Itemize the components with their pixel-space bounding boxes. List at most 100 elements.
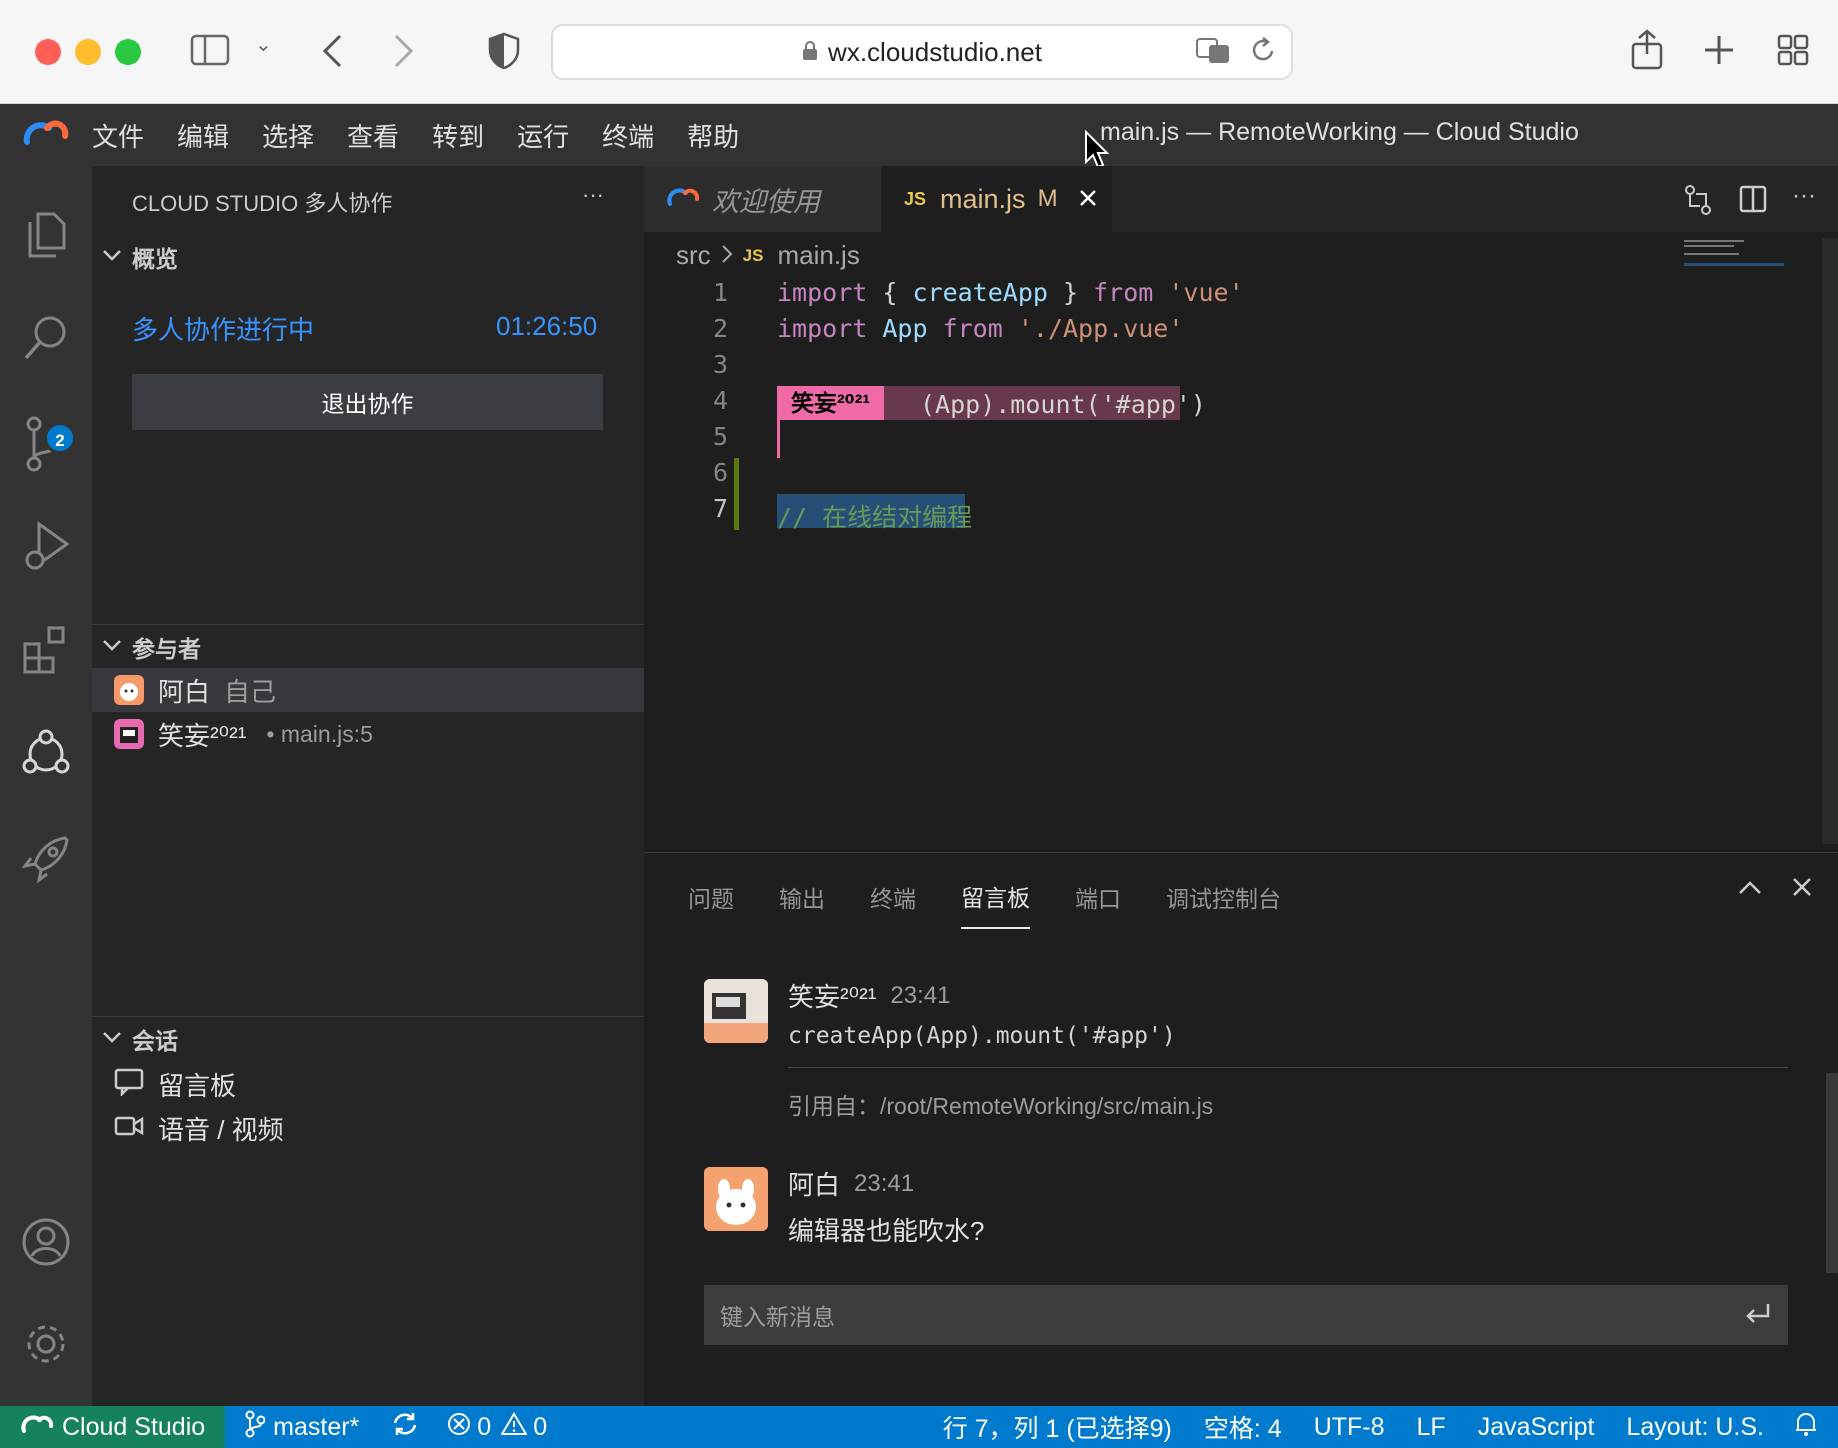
menu-help[interactable]: 帮助 [687,117,739,154]
settings-gear-icon[interactable] [0,1318,92,1386]
message-text: 编辑器也能吹水? [788,1216,985,1246]
reload-icon[interactable] [1251,36,1277,73]
chevron-down-icon [102,1030,122,1049]
close-icon[interactable] [1078,184,1098,215]
chevron-right-icon [721,240,733,271]
tab-welcome[interactable]: 欢迎使用 [644,166,882,232]
end-of-line[interactable]: LF [1417,1413,1446,1442]
new-tab-icon[interactable] [1703,34,1735,71]
session-item-label: 留言板 [158,1070,237,1101]
participant-row[interactable]: 阿白 自己 [92,668,644,712]
run-debug-icon[interactable] [0,520,92,592]
notifications-bell-icon[interactable] [1794,1411,1818,1444]
indentation[interactable]: 空格: 4 [1204,1409,1282,1445]
cloud-studio-logo-icon [666,184,700,215]
account-icon[interactable] [0,1216,92,1284]
session-item-message-board[interactable]: 留言板 [114,1062,236,1106]
line-number: 7 [712,494,728,523]
message-time: 23:41 [890,981,951,1009]
split-editor-icon[interactable] [1738,184,1768,219]
menu-run[interactable]: 运行 [517,117,569,154]
section-divider [92,1016,644,1017]
participants-header: 参与者 [132,636,201,662]
tab-debug-console[interactable]: 调试控制台 [1166,880,1281,928]
browser-toolbar: ⌄ wx.cloudstudio.net [0,0,1838,104]
participants-section-header[interactable]: 参与者 [102,630,201,664]
chevron-down-icon [102,248,122,267]
enter-icon[interactable] [1744,1302,1772,1329]
cloud-studio-logo-icon [0,118,92,153]
tab-output[interactable]: 输出 [779,880,825,928]
menu-bar: 文件 编辑 选择 查看 转到 运行 终端 帮助 main.js — Remote… [0,104,1838,169]
tab-terminal[interactable]: 终端 [870,880,916,928]
tab-ports[interactable]: 端口 [1075,880,1121,928]
language-mode[interactable]: JavaScript [1478,1413,1595,1442]
menu-file[interactable]: 文件 [92,117,144,154]
compare-changes-icon[interactable] [1682,184,1714,221]
window-maximize-button[interactable] [115,39,141,65]
close-icon[interactable] [1792,877,1812,902]
back-icon[interactable] [320,32,344,75]
code-editor[interactable]: src JS main.js 1 2 3 4 5 6 7 import { cr… [644,232,1838,852]
extensions-icon[interactable] [0,624,92,692]
tab-label: 欢迎使用 [712,186,820,217]
more-actions-icon[interactable]: ··· [1792,182,1816,210]
encoding[interactable]: UTF-8 [1314,1413,1385,1442]
forward-icon[interactable] [392,32,416,75]
sidebar-toggle-icon[interactable] [190,34,230,71]
tab-overview-icon[interactable] [1777,34,1809,71]
breadcrumb-folder[interactable]: src [676,240,711,271]
breadcrumb: src JS main.js [676,240,860,271]
window-close-button[interactable] [35,39,61,65]
code-line: import App from './App.vue' [777,314,1184,343]
collab-status: 多人协作进行中 [132,315,315,345]
js-file-icon: JS [904,188,927,209]
more-actions-icon[interactable]: ··· [582,182,604,208]
session-item-voice-video[interactable]: 语音 / 视频 [114,1106,284,1150]
line-number: 2 [712,314,728,343]
message-quote[interactable]: 引用自：/root/RemoteWorking/src/main.js [788,1087,1213,1121]
menu-selection[interactable]: 选择 [262,117,314,154]
sync-icon[interactable] [391,1411,419,1444]
search-icon[interactable] [0,312,92,378]
branch-indicator[interactable]: master* [245,1410,359,1445]
main-menu: 文件 编辑 选择 查看 转到 运行 终端 帮助 [92,117,772,154]
tab-main-js[interactable]: JS main.js M [882,166,1112,232]
source-control-icon[interactable] [0,416,92,488]
keyboard-layout[interactable]: Layout: U.S. [1626,1413,1764,1442]
message-divider [788,1067,1788,1068]
share-icon[interactable] [1630,28,1664,75]
shield-icon[interactable] [488,32,520,75]
maximize-panel-icon[interactable] [1738,879,1762,900]
participant-row[interactable]: 笑妄²⁰²¹ • main.js:5 [92,712,644,756]
message-header: 阿白 23:41 [788,1165,914,1202]
menu-edit[interactable]: 编辑 [177,117,229,154]
js-file-icon: JS [742,245,764,265]
modified-indicator: M [1037,185,1058,212]
sidebar-title: CLOUD STUDIO 多人协作 [132,191,393,216]
rocket-icon[interactable] [0,832,92,900]
menu-terminal[interactable]: 终端 [602,117,654,154]
problems-indicator[interactable]: 0 0 [447,1411,547,1443]
menu-go[interactable]: 转到 [432,117,484,154]
files-icon[interactable] [0,210,92,276]
cursor-position[interactable]: 行 7，列 1 (已选择9) [943,1409,1172,1445]
message-input-placeholder: 键入新消息 [720,1304,835,1330]
tab-problems[interactable]: 问题 [688,880,734,928]
collaboration-icon[interactable] [0,728,92,796]
remote-indicator[interactable]: Cloud Studio [0,1406,226,1448]
window-minimize-button[interactable] [75,39,101,65]
message-input[interactable]: 键入新消息 [704,1285,1788,1345]
menu-view[interactable]: 查看 [347,117,399,154]
panel-scrollbar[interactable] [1826,1073,1838,1273]
overview-section-header[interactable]: 概览 [102,240,178,274]
chevron-down-icon[interactable]: ⌄ [255,32,272,57]
exit-collaboration-button[interactable]: 退出协作 [132,374,603,430]
translate-icon[interactable] [1195,36,1233,73]
breadcrumb-file[interactable]: main.js [777,240,859,271]
address-bar[interactable]: wx.cloudstudio.net [551,24,1293,80]
session-section-header[interactable]: 会话 [102,1022,178,1056]
minimap[interactable] [1684,238,1814,268]
editor-scrollbar[interactable] [1822,238,1838,844]
tab-message-board[interactable]: 留言板 [961,879,1030,929]
